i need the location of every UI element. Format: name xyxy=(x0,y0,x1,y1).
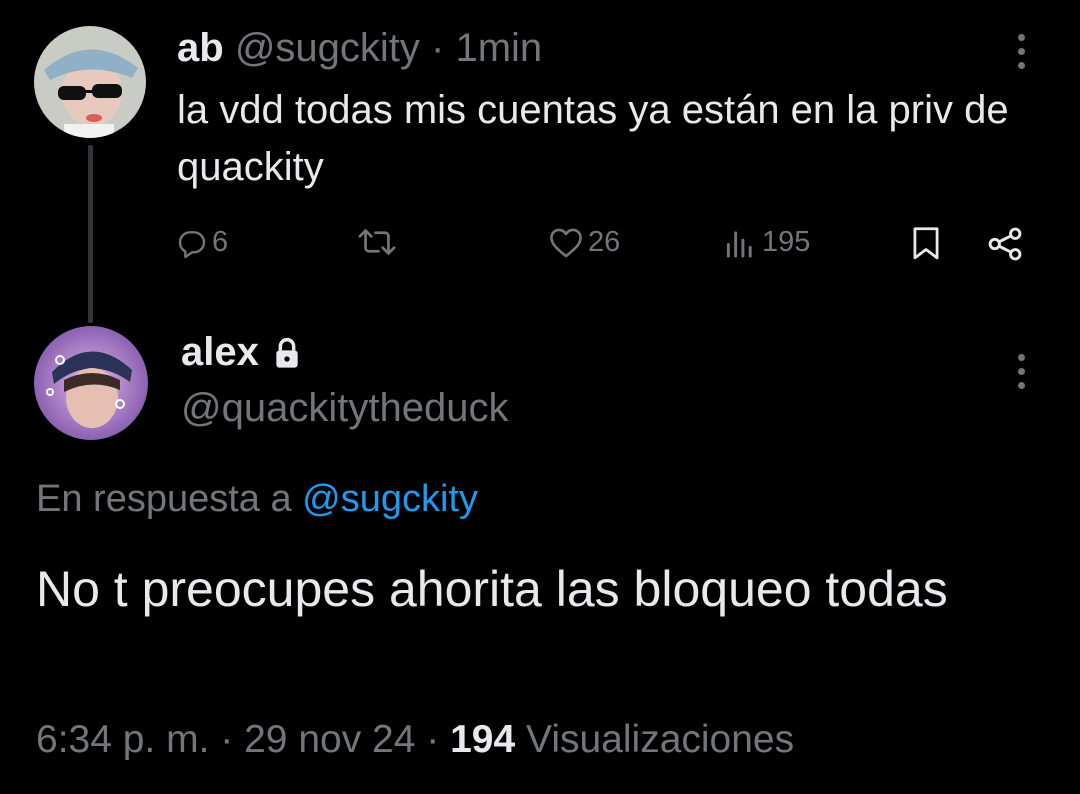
reply-header: alex xyxy=(181,330,301,375)
reply-more-icon[interactable] xyxy=(1018,354,1025,389)
retweet-icon xyxy=(358,229,396,255)
avatar-sugckity-image xyxy=(34,26,146,138)
reply-footer: 6:34 p. m. · 29 nov 24 · 194 Visualizaci… xyxy=(36,718,794,762)
views-icon xyxy=(726,230,752,258)
tweet-text: la vdd todas mis cuentas ya están en la … xyxy=(177,88,1009,189)
avatar-sugckity[interactable] xyxy=(34,26,146,138)
like-count: 26 xyxy=(588,226,621,258)
footer-sep-2: · xyxy=(415,718,451,761)
bookmark-icon xyxy=(913,227,939,260)
tweet-time[interactable]: 1min xyxy=(455,26,542,70)
footer-date[interactable]: 29 nov 24 xyxy=(244,718,415,761)
retweet-button[interactable] xyxy=(357,226,401,258)
display-name[interactable]: ab xyxy=(177,26,224,70)
header-separator: · xyxy=(419,26,456,70)
in-reply-mention[interactable]: @sugckity xyxy=(302,478,478,520)
like-button[interactable]: 26 xyxy=(548,226,620,259)
reply-count: 6 xyxy=(212,226,229,258)
footer-sep-1: · xyxy=(209,718,245,761)
views-count: 195 xyxy=(762,226,811,258)
reply-user-handle[interactable]: @quackitytheduck xyxy=(181,386,508,431)
footer-views-label: Visualizaciones xyxy=(515,718,795,761)
reply-display-name[interactable]: alex xyxy=(181,330,259,375)
reply-icon xyxy=(178,230,206,258)
more-icon[interactable] xyxy=(1018,34,1025,69)
reply-button[interactable]: 6 xyxy=(176,226,228,259)
avatar-quackitytheduck-image xyxy=(34,326,148,440)
user-handle[interactable]: @sugckity xyxy=(235,26,420,70)
reply-text: No t preocupes ahorita las bloqueo todas xyxy=(36,561,948,617)
footer-views-count[interactable]: 194 xyxy=(450,718,515,761)
footer-time[interactable]: 6:34 p. m. xyxy=(36,718,209,761)
avatar-quackitytheduck[interactable] xyxy=(34,326,148,440)
like-icon xyxy=(550,228,582,257)
in-reply-prefix: En respuesta a xyxy=(36,478,303,520)
thread-line xyxy=(88,145,93,323)
share-button[interactable] xyxy=(986,226,1024,267)
share-icon xyxy=(988,227,1022,261)
lock-icon xyxy=(276,337,298,368)
bookmark-button[interactable] xyxy=(910,226,942,267)
in-reply-to: En respuesta a @sugckity xyxy=(36,478,478,521)
views-button[interactable]: 195 xyxy=(722,226,810,259)
tweet-header: ab @sugckity · 1min xyxy=(177,26,542,70)
